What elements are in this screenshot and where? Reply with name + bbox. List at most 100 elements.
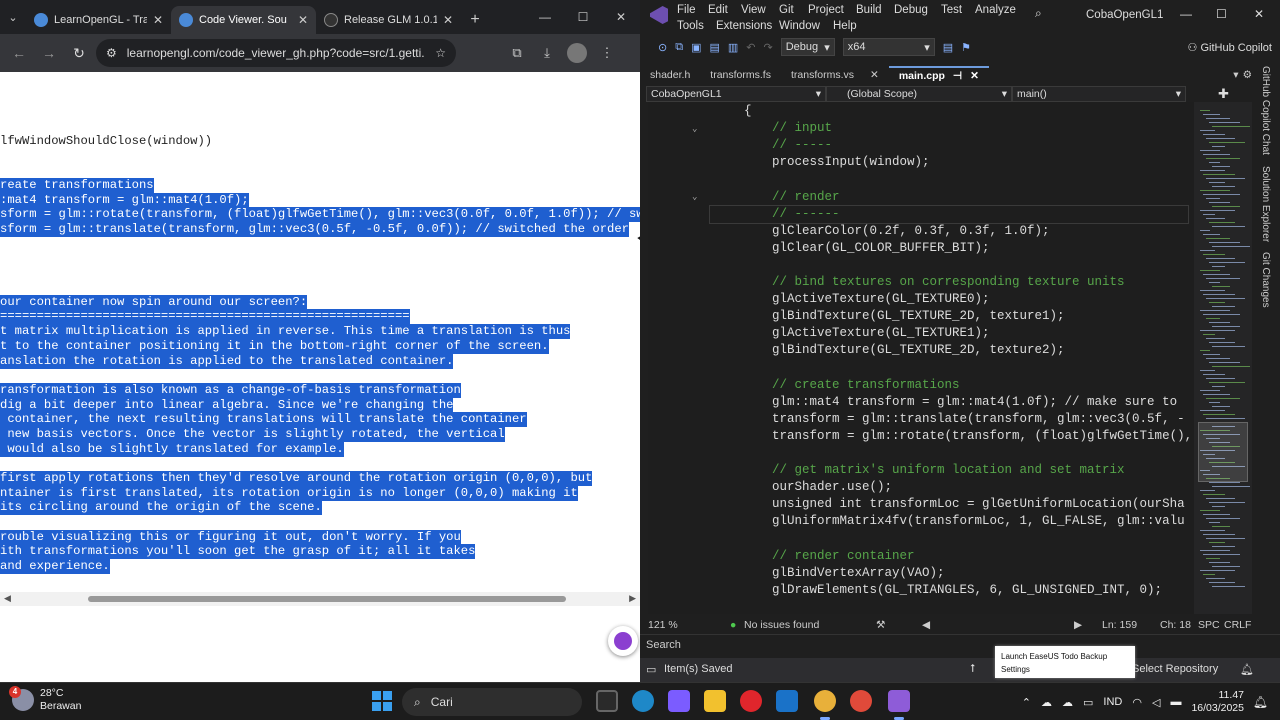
menu-project[interactable]: Project xyxy=(808,4,844,16)
new-item-icon[interactable]: ⧉ xyxy=(675,41,683,54)
wifi-icon[interactable]: ◠ xyxy=(1132,696,1142,709)
split-editor-icon[interactable]: ✚ xyxy=(1218,86,1229,102)
visual-studio-taskbar-icon[interactable] xyxy=(888,690,910,720)
platform-dropdown[interactable]: x64 ▾ xyxy=(842,38,935,56)
line-ending-indicator[interactable]: CRLF xyxy=(1224,619,1251,631)
minimize-icon[interactable]: — xyxy=(526,0,564,34)
minimap-viewport[interactable] xyxy=(1198,422,1248,482)
undo-icon[interactable]: ↶ xyxy=(746,41,755,54)
task-view-icon[interactable] xyxy=(596,690,618,712)
editor-minimap-scrollbar[interactable] xyxy=(1194,102,1252,614)
redo-icon[interactable]: ↷ xyxy=(764,41,773,54)
publish-arrow-icon[interactable]: ⭡ xyxy=(970,663,975,676)
output-icon[interactable]: ▭ xyxy=(646,663,656,676)
member-dropdown[interactable]: main() ▾ xyxy=(1012,86,1186,102)
doc-tab-shader-h[interactable]: shader.h xyxy=(640,66,700,84)
onedrive-icon[interactable]: ☁ xyxy=(1062,696,1073,709)
reload-icon[interactable]: ↻ xyxy=(66,40,92,66)
tab-search-icon[interactable]: ⌄ xyxy=(0,0,26,34)
address-bar[interactable]: ⚙ learnopengl.com/code_viewer_gh.php?cod… xyxy=(96,39,456,67)
brush-icon[interactable]: ⚒ xyxy=(876,619,885,631)
back-arrow-icon[interactable]: ← xyxy=(6,40,32,66)
settings-gear-icon[interactable]: ⚙ xyxy=(1243,69,1252,81)
chrome-browser-icon[interactable] xyxy=(814,690,836,720)
menu-file[interactable]: File xyxy=(677,4,696,16)
save-icon[interactable]: ▤ xyxy=(709,41,719,54)
new-tab-button[interactable]: + xyxy=(461,6,489,34)
copilot-app-icon[interactable] xyxy=(668,690,690,712)
notifications-icon[interactable]: 🔔︎ xyxy=(1240,663,1254,676)
browser-menu-icon[interactable]: ⋮ xyxy=(594,40,620,66)
close-icon[interactable]: ✕ xyxy=(870,69,879,81)
scroll-right-icon[interactable]: ▶ xyxy=(629,593,636,604)
menu-view[interactable]: View xyxy=(741,4,766,16)
menu-extensions[interactable]: Extensions xyxy=(716,20,772,32)
open-file-icon[interactable]: ▣ xyxy=(691,41,701,54)
menu-edit[interactable]: Edit xyxy=(708,4,728,16)
browser-tab-3[interactable]: Release GLM 1.0.1 ✕ xyxy=(316,6,461,34)
chevron-up-icon[interactable]: ⌃ xyxy=(1022,696,1031,709)
search-panel[interactable]: Search xyxy=(640,634,1280,656)
assistant-bubble-icon[interactable] xyxy=(608,626,638,656)
save-all-icon[interactable]: ▥ xyxy=(728,41,738,54)
browser-tab-1[interactable]: LearnOpenGL - Tra ✕ xyxy=(26,6,171,34)
scroll-right-icon[interactable]: ▶ xyxy=(1074,619,1082,631)
scroll-left-icon[interactable]: ◀ xyxy=(4,593,11,604)
github-copilot-button[interactable]: ⚇ GitHub Copilot xyxy=(1188,41,1272,54)
edge-browser-icon[interactable] xyxy=(632,690,654,712)
doc-tab-transforms-fs[interactable]: transforms.fs xyxy=(700,66,781,84)
menu-build[interactable]: Build xyxy=(856,4,882,16)
menu-git[interactable]: Git xyxy=(779,4,794,16)
maximize-icon[interactable]: ☐ xyxy=(564,0,602,34)
menu-debug[interactable]: Debug xyxy=(894,4,928,16)
menu-window[interactable]: Window xyxy=(779,20,820,32)
opera-browser-icon[interactable] xyxy=(740,690,762,712)
tab-overflow-icon[interactable]: ▾ xyxy=(1233,69,1238,81)
close-tab-icon[interactable]: ✕ xyxy=(443,13,453,27)
close-tab-icon[interactable]: ✕ xyxy=(153,13,163,27)
navigate-back-icon[interactable]: ⊙ xyxy=(658,41,667,54)
download-icon[interactable]: ⤓ xyxy=(534,40,560,66)
fold-chevron-icon[interactable]: ⌄ xyxy=(692,192,697,202)
search-icon[interactable]: ⌕ xyxy=(1035,6,1042,21)
attach-icon[interactable]: ⚑ xyxy=(961,41,971,54)
weather-widget[interactable]: 4 28°C Berawan xyxy=(9,686,81,713)
copilot-chat-tab[interactable]: GitHub Copilot Chat xyxy=(1260,66,1271,155)
menu-test[interactable]: Test xyxy=(941,4,962,16)
close-icon[interactable]: ✕ xyxy=(1254,7,1264,21)
input-language[interactable]: IND xyxy=(1103,696,1122,708)
close-icon[interactable]: ✕ xyxy=(970,70,979,82)
solution-explorer-tab[interactable]: Solution Explorer xyxy=(1260,166,1271,242)
recorder-app-icon[interactable] xyxy=(850,690,872,712)
project-dropdown[interactable]: CobaOpenGL1 ▾ xyxy=(646,86,826,102)
doc-tab-transforms-vs[interactable]: transforms.vs ✕ xyxy=(781,66,889,84)
profile-avatar[interactable] xyxy=(564,40,590,66)
battery-icon[interactable]: ▭ xyxy=(1083,696,1093,709)
maximize-icon[interactable]: ☐ xyxy=(1216,7,1227,21)
fold-chevron-icon[interactable]: ⌄ xyxy=(692,124,697,134)
git-changes-tab[interactable]: Git Changes xyxy=(1260,252,1271,308)
browser-tab-2[interactable]: Code Viewer. Sou ✕ xyxy=(171,6,316,34)
menu-help[interactable]: Help xyxy=(833,20,857,32)
taskbar-search[interactable]: ⌕ Cari xyxy=(402,688,582,716)
menu-tools[interactable]: Tools xyxy=(677,20,704,32)
configuration-dropdown[interactable]: Debug ▾ xyxy=(780,38,835,56)
outlook-icon[interactable] xyxy=(776,690,798,712)
horizontal-scrollbar[interactable]: ◀ ▶ xyxy=(0,592,640,606)
battery-status-icon[interactable]: ▬ xyxy=(1170,696,1181,708)
notification-bell-icon[interactable]: 🔔︎ xyxy=(1253,695,1268,709)
scope-dropdown[interactable]: (Global Scope) ▾ xyxy=(826,86,1012,102)
close-icon[interactable]: ✕ xyxy=(602,0,640,34)
pin-icon[interactable]: ⊣ xyxy=(953,70,962,82)
file-explorer-icon[interactable] xyxy=(704,690,726,712)
start-debug-icon[interactable]: ▤ xyxy=(943,41,953,54)
extensions-icon[interactable]: ⧉ xyxy=(504,40,530,66)
scrollbar-thumb[interactable] xyxy=(88,596,566,602)
issues-status[interactable]: No issues found xyxy=(744,619,819,631)
code-editor[interactable]: ⌄ ⌄ {// input // ----- processInput(window… xyxy=(648,102,1194,614)
scroll-left-icon[interactable]: ◀ xyxy=(922,619,930,631)
minimize-icon[interactable]: — xyxy=(1180,7,1192,21)
cloud-backup-icon[interactable]: ☁ xyxy=(1041,696,1052,709)
whitespace-indicator[interactable]: SPC xyxy=(1198,619,1220,631)
windows-start-icon[interactable] xyxy=(372,691,392,711)
